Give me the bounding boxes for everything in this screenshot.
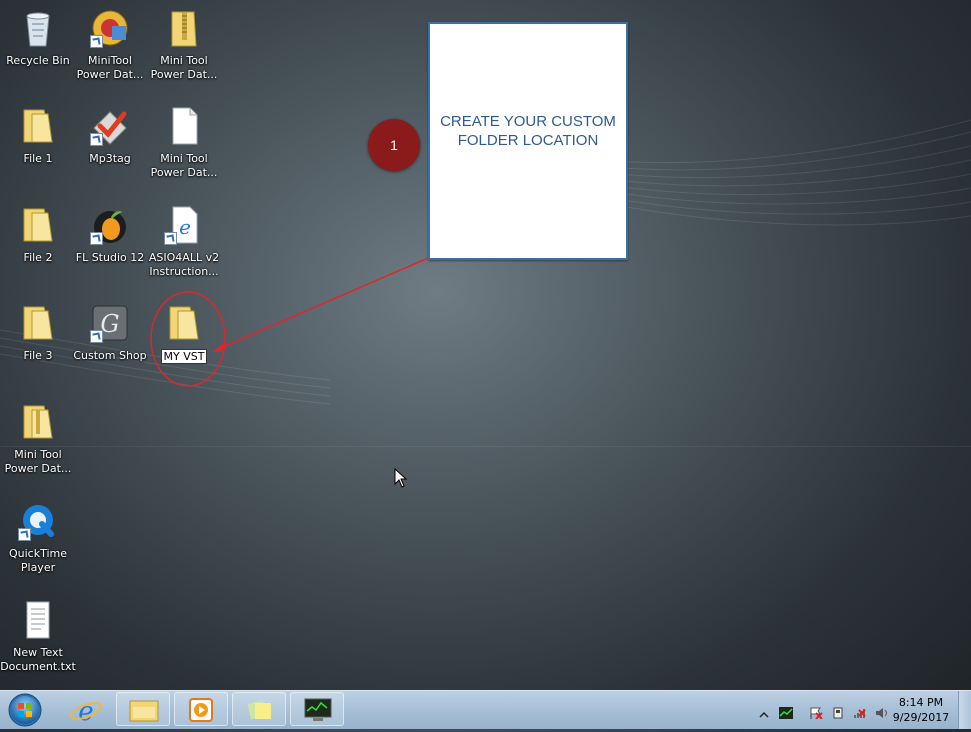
taskbar-internet-explorer[interactable]: e <box>58 692 112 727</box>
desktop-icon-mp3tag[interactable]: Mp3tag <box>72 106 148 166</box>
desktop-icon-asio4all[interactable]: e ASIO4ALL v2 Instruction... <box>146 205 222 279</box>
document-icon <box>164 106 204 146</box>
callout-text: CREATE YOUR CUSTOM FOLDER LOCATION <box>440 113 616 149</box>
icon-label: File 3 <box>23 349 53 362</box>
svg-text:e: e <box>78 697 93 727</box>
desktop-icon-new-text-document[interactable]: New Text Document.txt <box>0 600 76 674</box>
taskbar-media-player[interactable] <box>174 692 228 726</box>
icon-label: New Text Document.txt <box>0 646 76 673</box>
monitor-icon <box>304 698 332 721</box>
icon-label: File 1 <box>23 152 53 165</box>
shortcut-arrow-icon <box>164 232 177 245</box>
text-document-icon <box>18 600 58 640</box>
icon-label: FL Studio 12 <box>75 251 145 264</box>
usb-device-icon[interactable] <box>831 704 845 719</box>
start-button[interactable] <box>3 692 47 728</box>
fl-studio-icon <box>90 205 130 245</box>
show-hidden-icons-chevron-icon[interactable] <box>759 705 773 718</box>
recycle-bin-icon <box>18 8 58 48</box>
shortcut-arrow-icon <box>90 330 103 343</box>
zip-folder-icon <box>18 402 58 442</box>
svg-text:G: G <box>100 310 119 338</box>
shortcut-arrow-icon <box>90 35 103 48</box>
volume-speaker-icon[interactable] <box>875 704 889 718</box>
icon-label: Mp3tag <box>89 152 131 165</box>
icon-label: Custom Shop <box>73 349 147 362</box>
step-number-badge: 1 <box>368 119 420 171</box>
quicktime-icon <box>18 501 58 541</box>
desktop-icon-fl-studio[interactable]: FL Studio 12 <box>72 205 148 265</box>
taskbar: e 8:14 PM 9/29/2017 <box>0 690 971 729</box>
desktop-icon-file-3[interactable]: File 3 <box>0 303 76 363</box>
show-desktop-button[interactable] <box>958 691 971 729</box>
mouse-cursor-icon <box>394 468 408 488</box>
clock-time: 8:14 PM <box>898 696 944 709</box>
icon-label: Recycle Bin <box>6 54 70 67</box>
taskbar-task-manager[interactable] <box>290 692 344 726</box>
shortcut-arrow-icon <box>90 232 103 245</box>
icon-label: File 2 <box>23 251 53 264</box>
taskbar-sticky-notes[interactable] <box>232 692 286 726</box>
folder-icon <box>18 106 58 146</box>
icon-label: ASIO4ALL v2 Instruction... <box>148 251 220 278</box>
desktop-icon-file-1[interactable]: File 1 <box>0 106 76 166</box>
taskbar-windows-explorer[interactable] <box>116 692 170 726</box>
sticky-notes-icon <box>247 700 271 720</box>
folder-icon <box>18 303 58 343</box>
desktop-icon-minitool-1[interactable]: MiniTool Power Dat... <box>72 8 148 82</box>
folder-icon <box>18 205 58 245</box>
folder-icon <box>164 303 204 343</box>
ie-document-icon: e <box>164 205 204 245</box>
icon-label: MiniTool Power Dat... <box>76 54 144 81</box>
icon-label: Mini Tool Power Dat... <box>150 54 218 81</box>
internet-explorer-icon: e <box>69 697 103 727</box>
svg-text:e: e <box>179 215 191 239</box>
mp3tag-icon <box>90 106 130 146</box>
icon-label: Mini Tool Power Dat... <box>4 448 72 475</box>
desktop-icon-quicktime[interactable]: QuickTime Player <box>0 501 76 575</box>
desktop-icon-minitool-zip-1[interactable]: Mini Tool Power Dat... <box>146 8 222 82</box>
desktop-icon-minitool-doc[interactable]: Mini Tool Power Dat... <box>146 106 222 180</box>
network-monitor-icon[interactable] <box>779 704 793 719</box>
pointer-arrow-line <box>215 257 429 351</box>
zip-folder-icon <box>164 8 204 48</box>
action-center-flag-icon[interactable] <box>809 704 823 720</box>
minitool-icon <box>90 8 130 48</box>
desktop-icon-my-vst[interactable]: MY VST <box>146 303 222 364</box>
system-tray: 8:14 PM 9/29/2017 <box>741 691 971 729</box>
icon-label: Mini Tool Power Dat... <box>150 152 218 179</box>
desktop-icon-recycle-bin[interactable]: Recycle Bin <box>0 8 76 68</box>
windows-explorer-icon <box>129 700 159 722</box>
desktop-icon-file-2[interactable]: File 2 <box>0 205 76 265</box>
icon-label: QuickTime Player <box>8 547 68 574</box>
shortcut-arrow-icon <box>90 133 103 146</box>
windows-logo-icon <box>8 693 42 727</box>
clock-date: 9/29/2017 <box>892 711 950 724</box>
desktop-icon-custom-shop[interactable]: G Custom Shop <box>72 303 148 363</box>
rename-input[interactable]: MY VST <box>160 349 208 364</box>
tutorial-callout: CREATE YOUR CUSTOM FOLDER LOCATION <box>428 22 628 260</box>
desktop-icon-minitool-zip-2[interactable]: Mini Tool Power Dat... <box>0 402 76 476</box>
custom-shop-icon: G <box>90 303 130 343</box>
system-clock[interactable]: 8:14 PM 9/29/2017 <box>891 695 951 725</box>
media-player-icon <box>189 698 213 722</box>
network-status-icon[interactable] <box>853 704 867 718</box>
shortcut-arrow-icon <box>18 528 31 541</box>
